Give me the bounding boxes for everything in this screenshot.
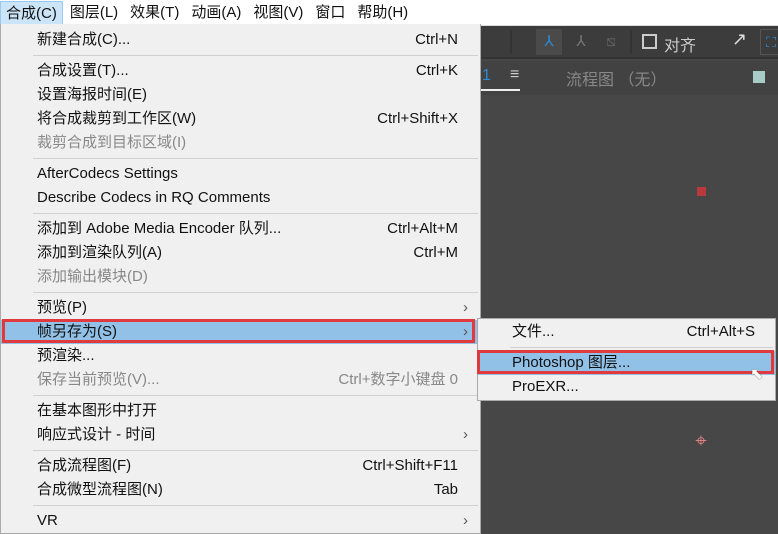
menu-item-label: 保存当前预览(V)... (37, 371, 160, 388)
menu-item-shortcut: Tab (433, 481, 458, 498)
panel-menu-icon[interactable]: ≡ (510, 66, 519, 84)
menu-separator (1, 447, 480, 454)
menu-item-label: 合成设置(T)... (37, 62, 129, 79)
menu-item[interactable]: 预览(P) › (1, 296, 480, 320)
menu-item-shortcut: Ctrl+数字小键盘 0 (338, 371, 458, 388)
comp-tab-label[interactable]: 1 (482, 67, 491, 85)
menu-item-label: 添加到 Adobe Media Encoder 队列... (37, 220, 282, 237)
menu-item-label: 设置海报时间(E) (37, 86, 147, 103)
panel-tab-row: 1 ≡ 流程图 （无） (480, 61, 778, 95)
menu-item-shortcut: Ctrl+Alt+S (686, 323, 755, 340)
menu-item-label: 添加到渲染队列(A) (37, 244, 162, 261)
highlight-box (2, 319, 475, 343)
menu-item-shortcut: Ctrl+Alt+M (387, 220, 458, 237)
menu-item-label: 文件... (512, 323, 555, 340)
axis-local-icon[interactable]: ⅄ (536, 29, 562, 55)
menu-item[interactable]: VR › (1, 509, 480, 533)
menu-item-label: 在基本图形中打开 (37, 402, 158, 419)
flow-label[interactable]: 流程图 （无） (566, 66, 666, 90)
target-icon[interactable]: ⌖ (690, 430, 712, 452)
menu-item[interactable]: 将合成裁剪到工作区(W) Ctrl+Shift+X (1, 107, 480, 131)
menu-item[interactable]: Describe Codecs in RQ Comments (1, 186, 480, 210)
menubar-item[interactable]: 效果(T) (125, 1, 184, 25)
tab-underline (480, 89, 520, 91)
menu-item-shortcut: Ctrl+Shift+X (377, 110, 458, 127)
menu-item[interactable]: 预渲染... (1, 344, 480, 368)
axis-world-icon[interactable]: ⅄ (568, 29, 594, 55)
menu-separator (1, 392, 480, 399)
menu-item-label: 合成微型流程图(N) (37, 481, 163, 498)
menu-item[interactable]: 在基本图形中打开 (1, 399, 480, 423)
composition-menu: 新建合成(C)... Ctrl+N 合成设置(T)... Ctrl+K 设置海报时间(E… (0, 24, 481, 534)
menu-item-label: 响应式设计 - 时间 (37, 426, 156, 443)
menu-item[interactable]: 设置海报时间(E) (1, 83, 480, 107)
menu-item[interactable]: AfterCodecs Settings (1, 162, 480, 186)
mouse-cursor-icon: ⬉ (750, 366, 764, 383)
menu-separator (1, 52, 480, 59)
menu-item[interactable]: 合成设置(T)... Ctrl+K (1, 59, 480, 83)
divider (630, 30, 632, 54)
menu-separator (1, 155, 480, 162)
expand-icon[interactable]: ↗ (732, 29, 747, 50)
menu-item: 添加输出模块(D) (1, 265, 480, 289)
menu-item-label: 添加输出模块(D) (37, 268, 148, 285)
menu-item-label: Describe Codecs in RQ Comments (37, 189, 271, 206)
menu-item[interactable]: 新建合成(C)... Ctrl+N (1, 28, 480, 52)
divider (510, 30, 512, 54)
menu-item-label: 预渲染... (37, 347, 95, 364)
menubar-item[interactable]: 视图(V) (248, 1, 308, 25)
menu-item-label: VR (37, 512, 58, 529)
menu-item[interactable]: 响应式设计 - 时间 › (1, 423, 480, 447)
menu-item-shortcut: Ctrl+M (413, 244, 458, 261)
menu-item[interactable]: 合成微型流程图(N) Tab (1, 478, 480, 502)
menubar-item[interactable]: 帮助(H) (352, 1, 413, 25)
toolbar: ⅄ ⅄ ⧅ 对齐 ↗ ⛶ (480, 26, 778, 59)
menu-item-shortcut: Ctrl+N (415, 31, 458, 48)
menu-item[interactable]: 文件... Ctrl+Alt+S (478, 320, 775, 344)
menu-item: 保存当前预览(V)... Ctrl+数字小键盘 0 (1, 368, 480, 392)
menu-item-label: 合成流程图(F) (37, 457, 132, 474)
chevron-right-icon: › (463, 426, 468, 443)
menu-item-shortcut: Ctrl+K (415, 62, 458, 79)
anchor-point (697, 187, 706, 196)
menu-item-label: 裁剪合成到目标区域(I) (37, 134, 187, 151)
menubar-item[interactable]: 图层(L) (65, 1, 123, 25)
align-label: 对齐 (664, 38, 697, 55)
snap-button[interactable]: ⛶ (760, 29, 778, 55)
menu-separator (1, 289, 480, 296)
axis-view-icon[interactable]: ⧅ (598, 29, 624, 55)
menu-item-label: 预览(P) (37, 299, 87, 316)
menu-item[interactable]: ProEXR... (478, 375, 775, 399)
menu-item[interactable]: 添加到渲染队列(A) Ctrl+M (1, 241, 480, 265)
menu-item-label: ProEXR... (512, 378, 579, 395)
menu-item-label: 将合成裁剪到工作区(W) (37, 110, 197, 127)
menu-bar: 合成(C) 图层(L) 效果(T) 动画(A) 视图(V) 窗口 帮助(H) (0, 0, 778, 26)
color-swatch (753, 71, 765, 83)
chevron-right-icon: › (463, 299, 468, 316)
chevron-right-icon: › (463, 512, 468, 529)
menubar-item[interactable]: 合成(C) (0, 0, 63, 25)
align-checkbox[interactable] (642, 34, 657, 49)
highlight-box (477, 350, 774, 374)
menu-separator (1, 210, 480, 217)
menu-item: 裁剪合成到目标区域(I) (1, 131, 480, 155)
menu-item-label: 新建合成(C)... (37, 31, 131, 48)
menu-item[interactable]: 合成流程图(F) Ctrl+Shift+F11 (1, 454, 480, 478)
menu-item-shortcut: Ctrl+Shift+F11 (362, 457, 458, 474)
menu-separator (1, 502, 480, 509)
menu-item[interactable]: 添加到 Adobe Media Encoder 队列... Ctrl+Alt+M (1, 217, 480, 241)
menu-item-label: AfterCodecs Settings (37, 165, 178, 182)
menubar-item[interactable]: 窗口 (310, 1, 350, 25)
menubar-item[interactable]: 动画(A) (186, 1, 246, 25)
